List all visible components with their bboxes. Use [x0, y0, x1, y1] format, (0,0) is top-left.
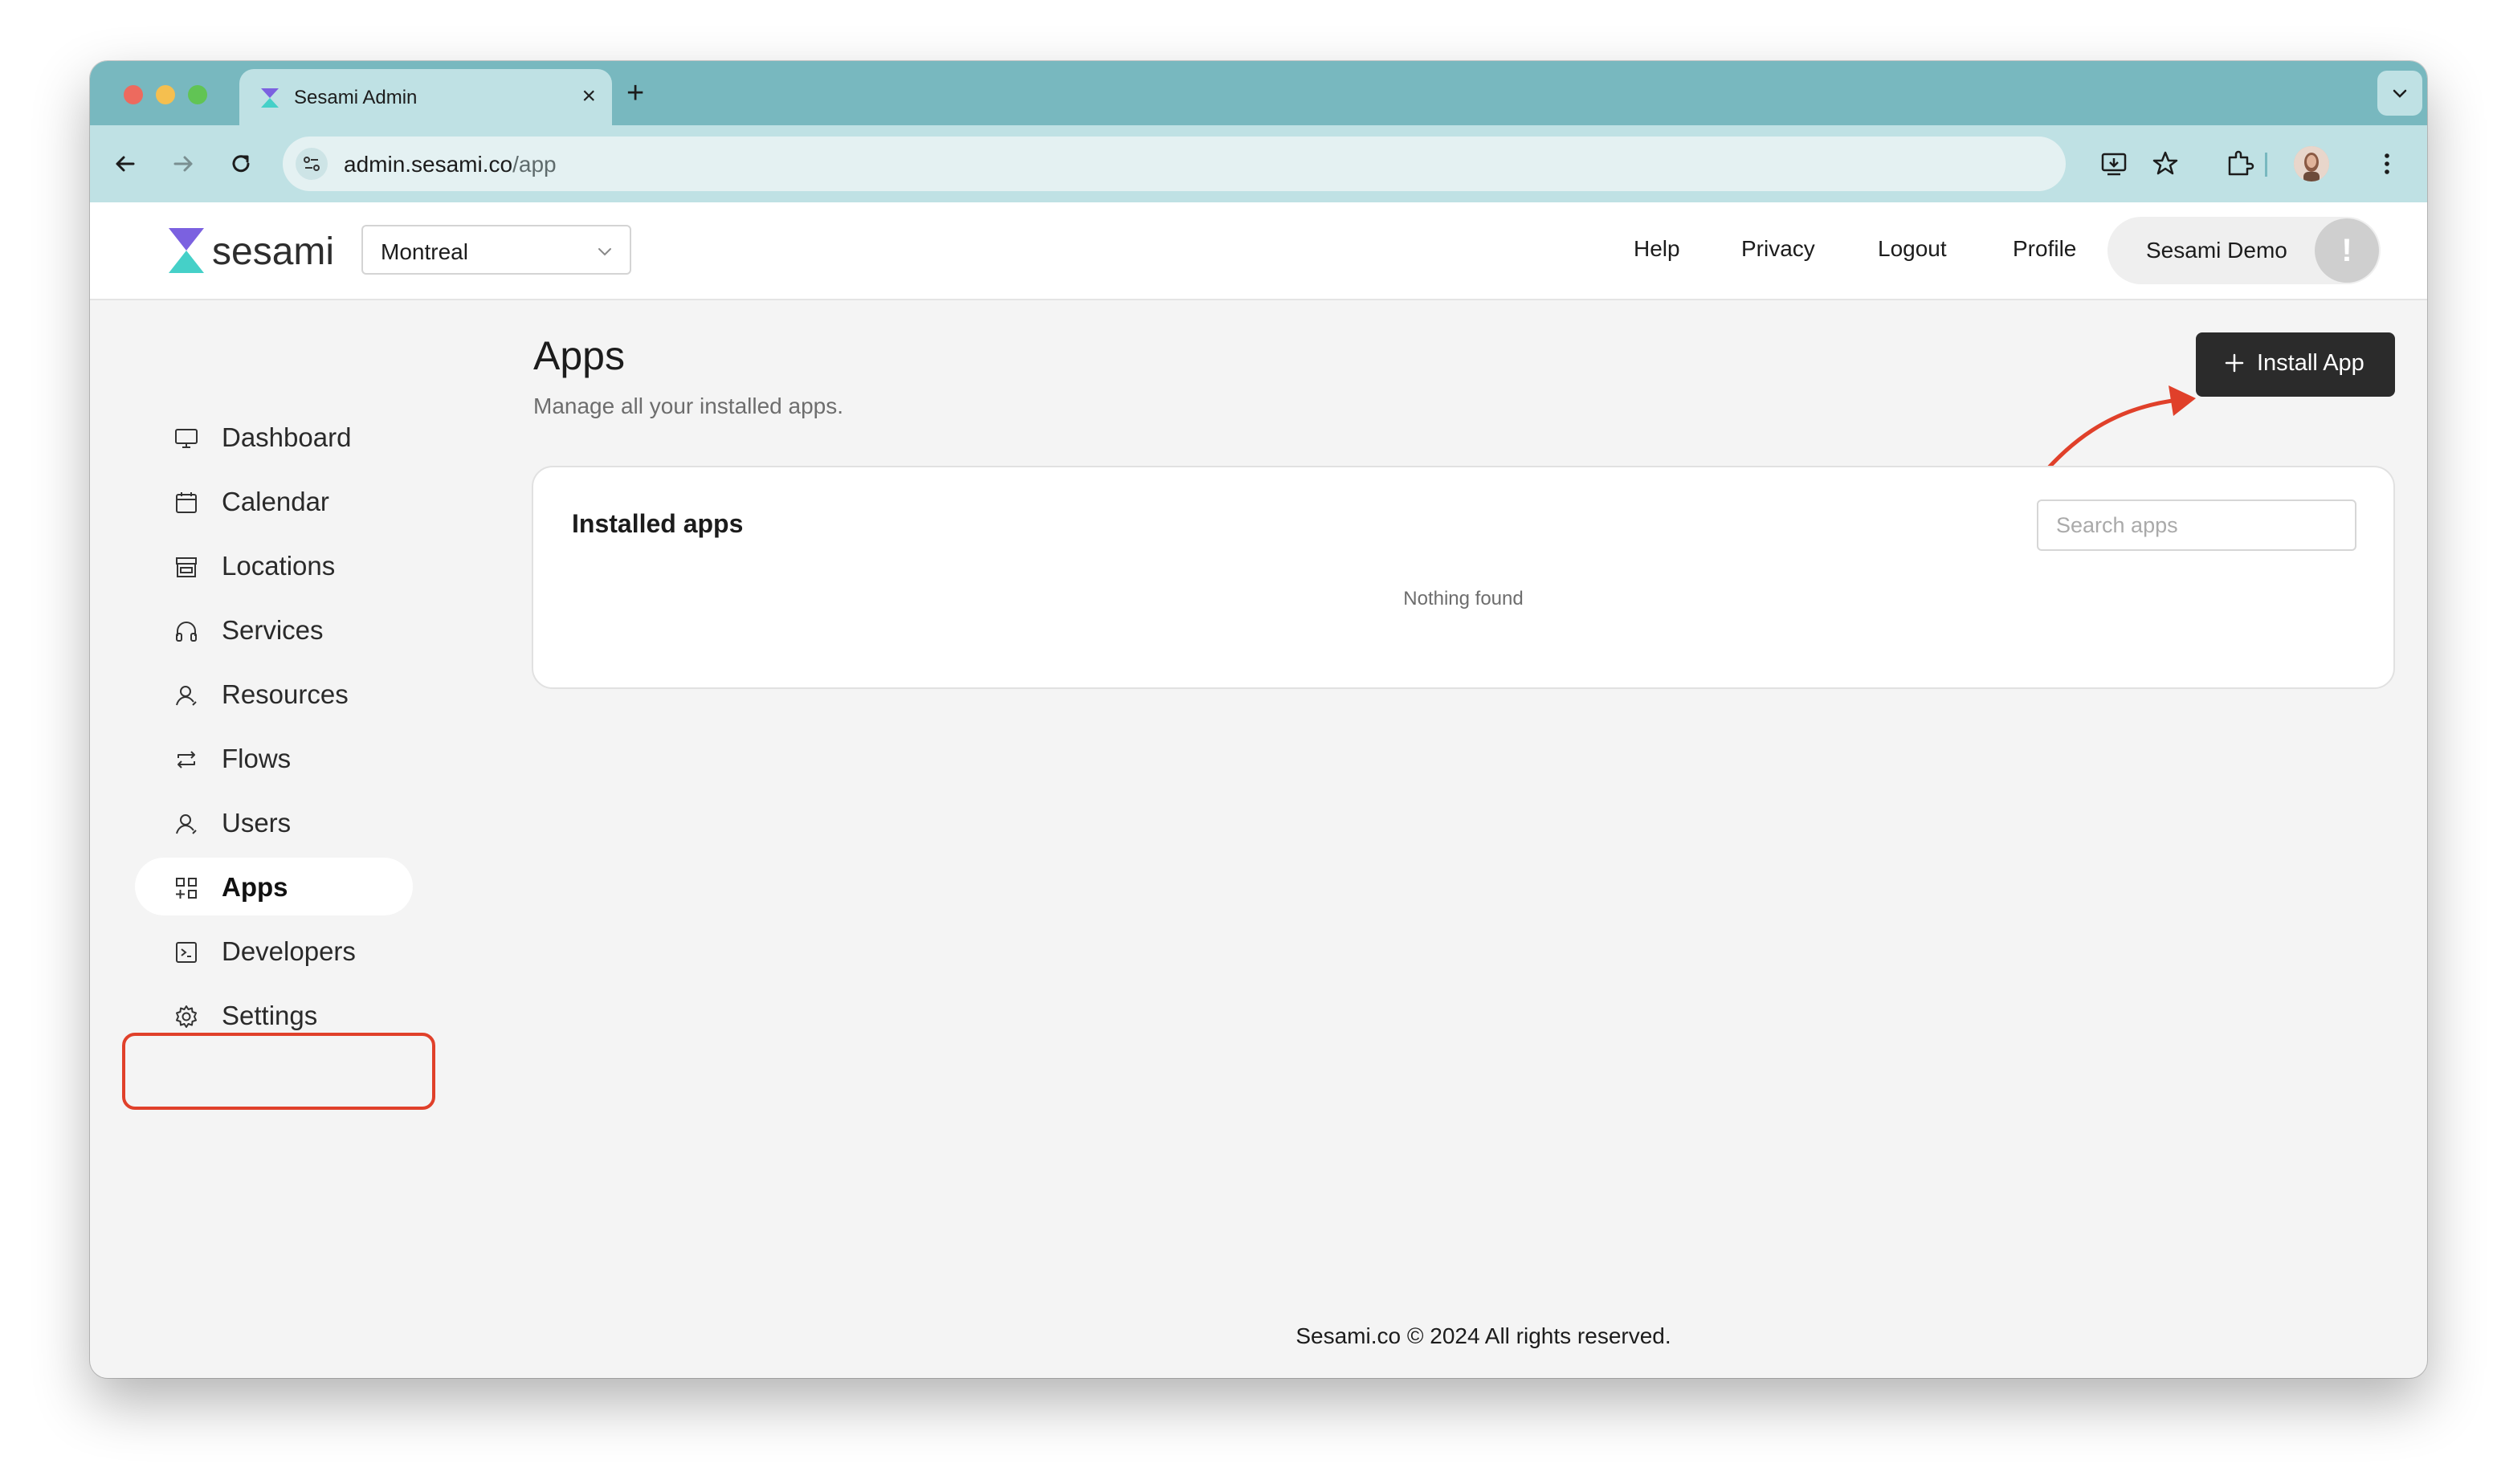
sidebar-item-label: Locations — [222, 551, 336, 581]
calendar-icon — [176, 492, 197, 513]
sidebar-item-label: Settings — [222, 1001, 318, 1030]
minimize-window-button[interactable] — [156, 85, 175, 104]
sidebar-item-label: Flows — [222, 744, 292, 773]
person-icon — [176, 686, 197, 706]
page-subtitle: Manage all your installed apps. — [533, 393, 844, 418]
sidebar-item-label: Developers — [222, 936, 356, 966]
sesami-logo-icon — [169, 228, 204, 273]
plus-icon — [2225, 353, 2244, 373]
user-alert-badge: ! — [2315, 218, 2379, 283]
tab-strip: Sesami Admin × + — [90, 61, 2427, 125]
footer-text: Sesami.co © 2024 All rights reserved. — [1295, 1323, 1671, 1348]
empty-state-text: Nothing found — [1403, 588, 1524, 610]
terminal-icon — [176, 942, 197, 963]
sidebar-item-label: Calendar — [222, 487, 329, 516]
maximize-window-button[interactable] — [188, 85, 207, 104]
browser-toolbar: admin.sesami.co/app — [90, 125, 2427, 204]
sidebar-item-label: Users — [222, 808, 292, 838]
sidebar-item-locations[interactable]: Locations — [135, 536, 413, 594]
forward-arrow-icon[interactable] — [167, 148, 199, 180]
sidebar-item-developers[interactable]: Developers — [135, 922, 413, 980]
chevron-down-icon — [2393, 89, 2407, 98]
page-title: Apps — [533, 333, 625, 378]
browser-tab[interactable]: Sesami Admin × — [239, 69, 612, 125]
sesami-favicon-icon — [261, 88, 279, 108]
url-path: /app — [512, 152, 557, 177]
profile-link[interactable]: Profile — [2013, 236, 2076, 262]
sidebar-item-label: Services — [222, 615, 324, 645]
url-host: admin.sesami.co — [344, 152, 513, 177]
address-bar[interactable]: admin.sesami.co/app — [283, 137, 2066, 191]
close-window-button[interactable] — [124, 85, 143, 104]
install-app-button[interactable]: Install App — [2196, 332, 2395, 397]
bookmark-star-icon[interactable] — [2149, 148, 2181, 180]
tab-title: Sesami Admin — [294, 87, 418, 108]
profile-avatar[interactable] — [2294, 146, 2329, 181]
browser-window: Sesami Admin × + admin.sesami.co/app ses… — [90, 61, 2427, 1378]
search-apps-input[interactable] — [2037, 499, 2356, 551]
sidebar-item-label: Dashboard — [222, 422, 352, 452]
sidebar-item-dashboard[interactable]: Dashboard — [135, 408, 413, 466]
toolbar-separator — [2265, 153, 2267, 177]
sidebar-item-label: Resources — [222, 679, 349, 709]
chevron-down-icon — [598, 248, 611, 256]
sidebar-item-label: Apps — [222, 872, 288, 902]
browser-menu-icon[interactable] — [2371, 148, 2403, 180]
install-app-label: Install App — [2257, 350, 2364, 376]
tab-search-button[interactable] — [2377, 71, 2422, 116]
sidebar: Dashboard Calendar Locations Services Re… — [90, 300, 508, 1264]
sidebar-item-apps[interactable]: Apps — [135, 858, 413, 915]
user-menu[interactable]: Sesami Demo ! — [2107, 217, 2381, 284]
back-arrow-icon[interactable] — [109, 148, 141, 180]
close-tab-icon[interactable]: × — [581, 82, 596, 111]
sidebar-item-services[interactable]: Services — [135, 601, 413, 658]
user-name: Sesami Demo — [2146, 238, 2287, 263]
person-icon — [176, 814, 197, 834]
url-text: admin.sesami.co/app — [344, 152, 557, 177]
sidebar-item-calendar[interactable]: Calendar — [135, 472, 413, 530]
sidebar-item-resources[interactable]: Resources — [135, 665, 413, 723]
headphones-icon — [176, 622, 197, 642]
repeat-icon — [177, 751, 195, 768]
location-value: Montreal — [381, 239, 468, 264]
sidebar-item-users[interactable]: Users — [135, 793, 413, 851]
privacy-link[interactable]: Privacy — [1741, 236, 1815, 262]
new-tab-button[interactable]: + — [626, 75, 644, 111]
installed-apps-card: Installed apps Nothing found — [532, 466, 2395, 689]
gear-icon — [176, 1005, 197, 1028]
site-settings-icon[interactable] — [296, 148, 328, 180]
annotation-highlight — [122, 1033, 435, 1110]
extensions-puzzle-icon[interactable] — [2223, 148, 2255, 180]
logout-link[interactable]: Logout — [1878, 236, 1947, 262]
card-title: Installed apps — [572, 509, 744, 538]
logo-text: sesami — [212, 230, 335, 273]
monitor-icon — [175, 429, 198, 448]
help-link[interactable]: Help — [1634, 236, 1680, 262]
store-icon — [176, 557, 197, 577]
sesami-logo[interactable]: sesami — [167, 226, 344, 275]
app-header: sesami Montreal Help Privacy Logout Prof… — [90, 202, 2427, 300]
grid-plus-icon — [176, 878, 197, 899]
reload-icon[interactable] — [225, 148, 257, 180]
sidebar-item-flows[interactable]: Flows — [135, 729, 413, 787]
install-app-icon[interactable] — [2098, 148, 2130, 180]
location-select[interactable]: Montreal — [361, 225, 631, 275]
